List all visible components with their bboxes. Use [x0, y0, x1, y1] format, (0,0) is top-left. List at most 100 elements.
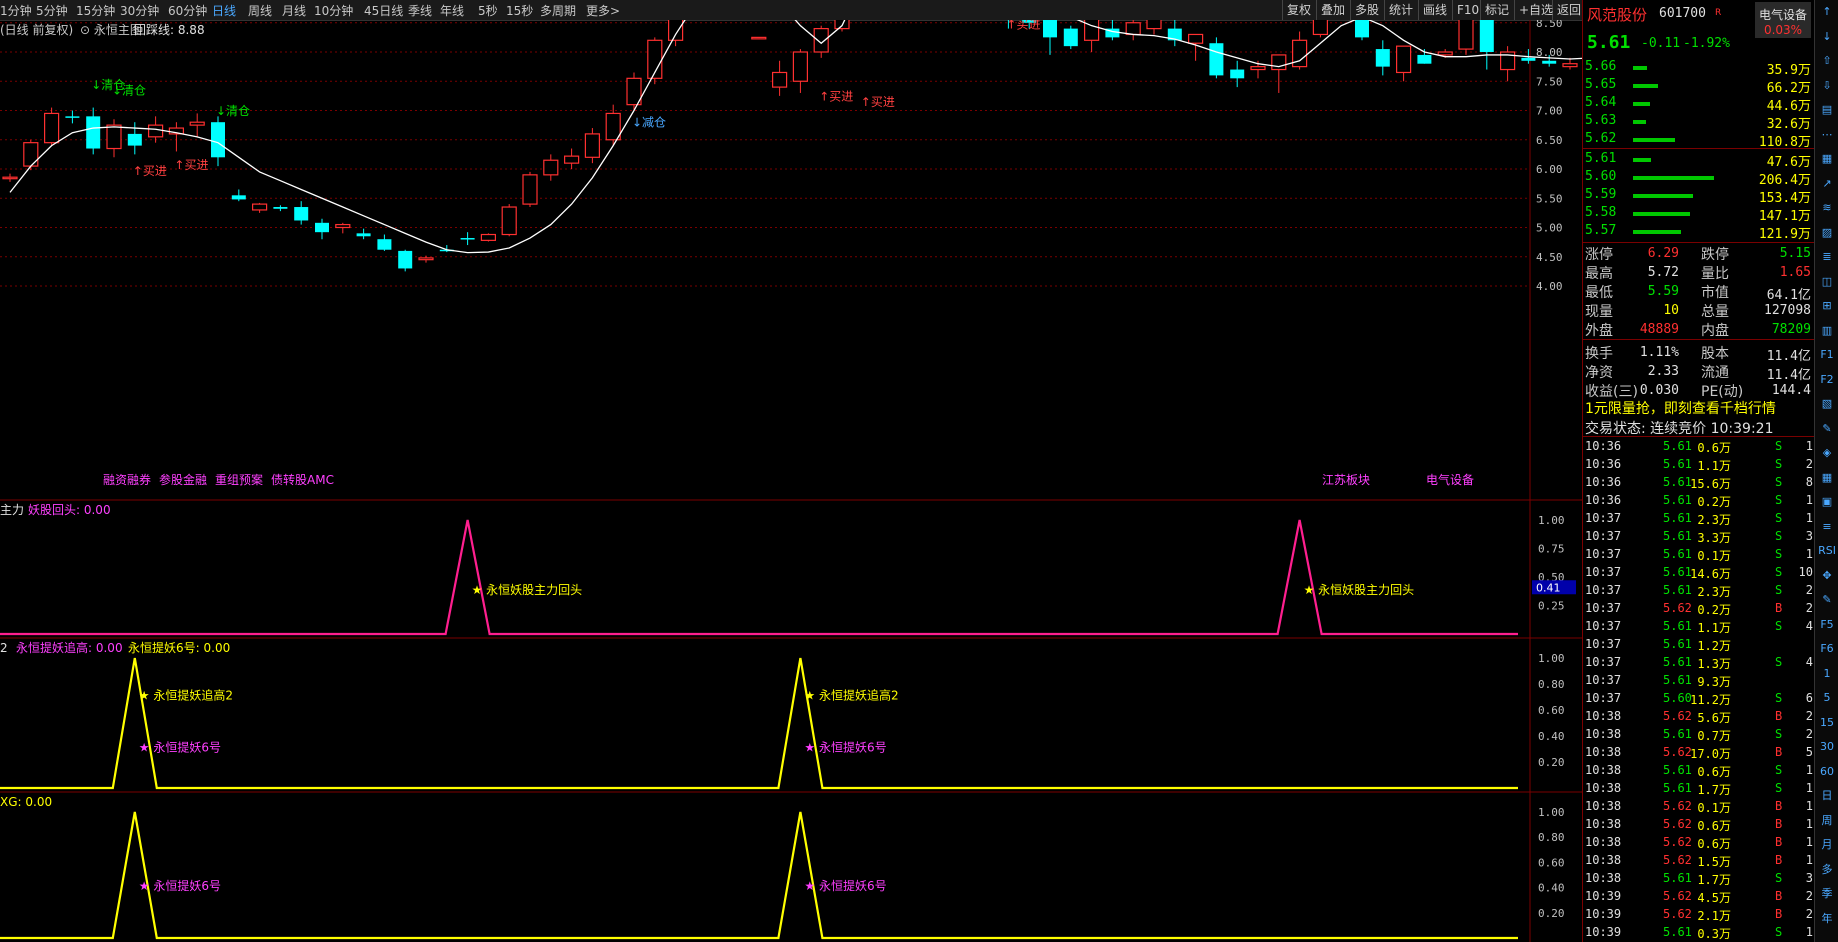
toolbar-icon-15[interactable]: F2: [1817, 372, 1837, 388]
toolbar-icon-33[interactable]: 周: [1817, 813, 1837, 829]
toolbar-icon-26[interactable]: F6: [1817, 641, 1837, 657]
toolbar-icon-17[interactable]: ✎: [1817, 421, 1837, 437]
period-tab-5[interactable]: 日线: [212, 2, 236, 19]
stat-label: 涨停: [1585, 247, 1613, 263]
toolbar-icon-0[interactable]: ↑: [1817, 4, 1837, 20]
toolbar-button-4[interactable]: 画线: [1418, 0, 1453, 20]
ask-row: 5.66 35.9万: [1583, 58, 1815, 78]
toolbar-icon-35[interactable]: 多: [1817, 862, 1837, 878]
book-volume: 121.9万: [1758, 227, 1811, 242]
toolbar-icon-34[interactable]: 月: [1817, 837, 1837, 853]
book-volume-bar: [1633, 158, 1652, 162]
toolbar-icon-16[interactable]: ▧: [1817, 396, 1837, 412]
tick-row: 10:37 5.60 11.2万 S 6: [1583, 690, 1815, 708]
period-tab-4[interactable]: 60分钟: [168, 2, 207, 19]
toolbar-icon-4[interactable]: ▤: [1817, 102, 1837, 118]
tick-volume: 0.1万: [1697, 801, 1731, 815]
toolbar-icon-30[interactable]: 30: [1817, 739, 1837, 755]
toolbar-icon-36[interactable]: 季: [1817, 886, 1837, 902]
period-tab-6[interactable]: 周线: [248, 2, 272, 19]
toolbar-icon-24[interactable]: ✎: [1817, 592, 1837, 608]
toolbar-button-3[interactable]: 统计: [1384, 0, 1419, 20]
toolbar-icon-27[interactable]: 1: [1817, 666, 1837, 682]
tick-row: 10:37 5.61 1.1万 S 4: [1583, 618, 1815, 636]
tick-time: 10:39: [1585, 889, 1622, 903]
tick-volume: 2.1万: [1697, 909, 1731, 923]
concept-tag[interactable]: 融资融券: [103, 472, 151, 487]
toolbar-icon-1[interactable]: ↓: [1817, 29, 1837, 45]
period-tab-3[interactable]: 30分钟: [120, 2, 159, 19]
tick-volume: 1.5万: [1697, 855, 1731, 869]
indicator-name[interactable]: ⊙ 永恒主图: [80, 23, 142, 37]
concept-tag[interactable]: 债转股AMC: [271, 472, 334, 487]
indicator-tick: 0.60: [1538, 704, 1565, 717]
stat-label: 流通: [1701, 365, 1729, 381]
toolbar-icon-14[interactable]: F1: [1817, 347, 1837, 363]
period-tab-9[interactable]: 45日线: [364, 2, 403, 19]
price-tick: 4.50: [1536, 251, 1563, 264]
candle: [543, 154, 559, 181]
tick-time: 10:38: [1585, 871, 1622, 885]
toolbar-icon-6[interactable]: ▦: [1817, 151, 1837, 167]
concept-tag[interactable]: 参股金融: [159, 472, 207, 487]
toolbar-icon-23[interactable]: ✥: [1817, 568, 1837, 584]
tick-row: 10:36 5.61 15.6万 S 8: [1583, 474, 1815, 492]
period-tab-14[interactable]: 多周期: [540, 2, 576, 19]
period-tab-13[interactable]: 15秒: [506, 2, 533, 19]
candle: [252, 202, 268, 213]
toolbar-icon-37[interactable]: 年: [1817, 911, 1837, 927]
toolbar-icon-13[interactable]: ▥: [1817, 323, 1837, 339]
candle: [356, 228, 371, 240]
tick-time: 10:39: [1585, 907, 1622, 921]
period-tab-15[interactable]: 更多>: [586, 2, 620, 19]
toolbar-icon-29[interactable]: 15: [1817, 715, 1837, 731]
toolbar-icon-2[interactable]: ⇧: [1817, 53, 1837, 69]
tick-side: S: [1775, 547, 1783, 561]
toolbar-button-0[interactable]: 复权: [1282, 0, 1317, 20]
toolbar-icon-18[interactable]: ◈: [1817, 445, 1837, 461]
toolbar-icon-12[interactable]: ⊞: [1817, 298, 1837, 314]
toolbar-icon-22[interactable]: RSI: [1817, 543, 1837, 559]
toolbar-icon-9[interactable]: ▨: [1817, 225, 1837, 241]
toolbar-button-7[interactable]: +自选: [1514, 0, 1553, 20]
toolbar-icon-19[interactable]: ▦: [1817, 470, 1837, 486]
tick-count: 4: [1805, 619, 1813, 633]
toolbar-button-1[interactable]: 叠加: [1316, 0, 1351, 20]
toolbar-button-2[interactable]: 多股: [1350, 0, 1385, 20]
toolbar-icon-8[interactable]: ≋: [1817, 200, 1837, 216]
toolbar-icon-5[interactable]: ⋯: [1817, 127, 1837, 143]
toolbar-icon-3[interactable]: ⇩: [1817, 78, 1837, 94]
period-tab-10[interactable]: 季线: [408, 2, 432, 19]
toolbar-icon-7[interactable]: ↗: [1817, 176, 1837, 192]
period-tab-7[interactable]: 月线: [282, 2, 306, 19]
region-tag[interactable]: 江苏板块: [1322, 473, 1370, 487]
toolbar-icon-31[interactable]: 60: [1817, 764, 1837, 780]
toolbar-icon-28[interactable]: 5: [1817, 690, 1837, 706]
tick-volume: 4.5万: [1697, 891, 1731, 905]
period-tab-8[interactable]: 10分钟: [314, 2, 353, 19]
candle: [1271, 54, 1287, 93]
toolbar-button-8[interactable]: 返回: [1552, 0, 1583, 20]
sector-tag[interactable]: 电气设备: [1426, 472, 1474, 487]
toolbar-button-6[interactable]: 标记: [1480, 0, 1515, 20]
candle: [1499, 46, 1516, 82]
period-tab-0[interactable]: 1分钟: [0, 2, 32, 19]
period-tab-11[interactable]: 年线: [440, 2, 464, 19]
promo-link[interactable]: 1元限量抢，即刻查看千档行情: [1585, 398, 1776, 418]
concept-tag[interactable]: 重组预案: [215, 472, 263, 487]
toolbar-icon-11[interactable]: ◫: [1817, 274, 1837, 290]
trade-signal: ↑买进: [819, 90, 853, 104]
toolbar-button-5[interactable]: F10: [1452, 0, 1481, 20]
toolbar-icon-32[interactable]: 日: [1817, 788, 1837, 804]
tick-side: B: [1775, 709, 1783, 723]
toolbar-icon-10[interactable]: ≣: [1817, 249, 1837, 265]
toolbar-icon-21[interactable]: ≡: [1817, 519, 1837, 535]
candle: [1167, 20, 1182, 47]
period-tab-12[interactable]: 5秒: [478, 2, 498, 19]
tick-price: 5.61: [1663, 655, 1692, 669]
period-tab-1[interactable]: 5分钟: [36, 2, 68, 19]
toolbar-icon-25[interactable]: F5: [1817, 617, 1837, 633]
toolbar-icon-20[interactable]: ▣: [1817, 494, 1837, 510]
sector-badge[interactable]: 电气设备 0.03%: [1755, 2, 1811, 38]
period-tab-2[interactable]: 15分钟: [76, 2, 115, 19]
